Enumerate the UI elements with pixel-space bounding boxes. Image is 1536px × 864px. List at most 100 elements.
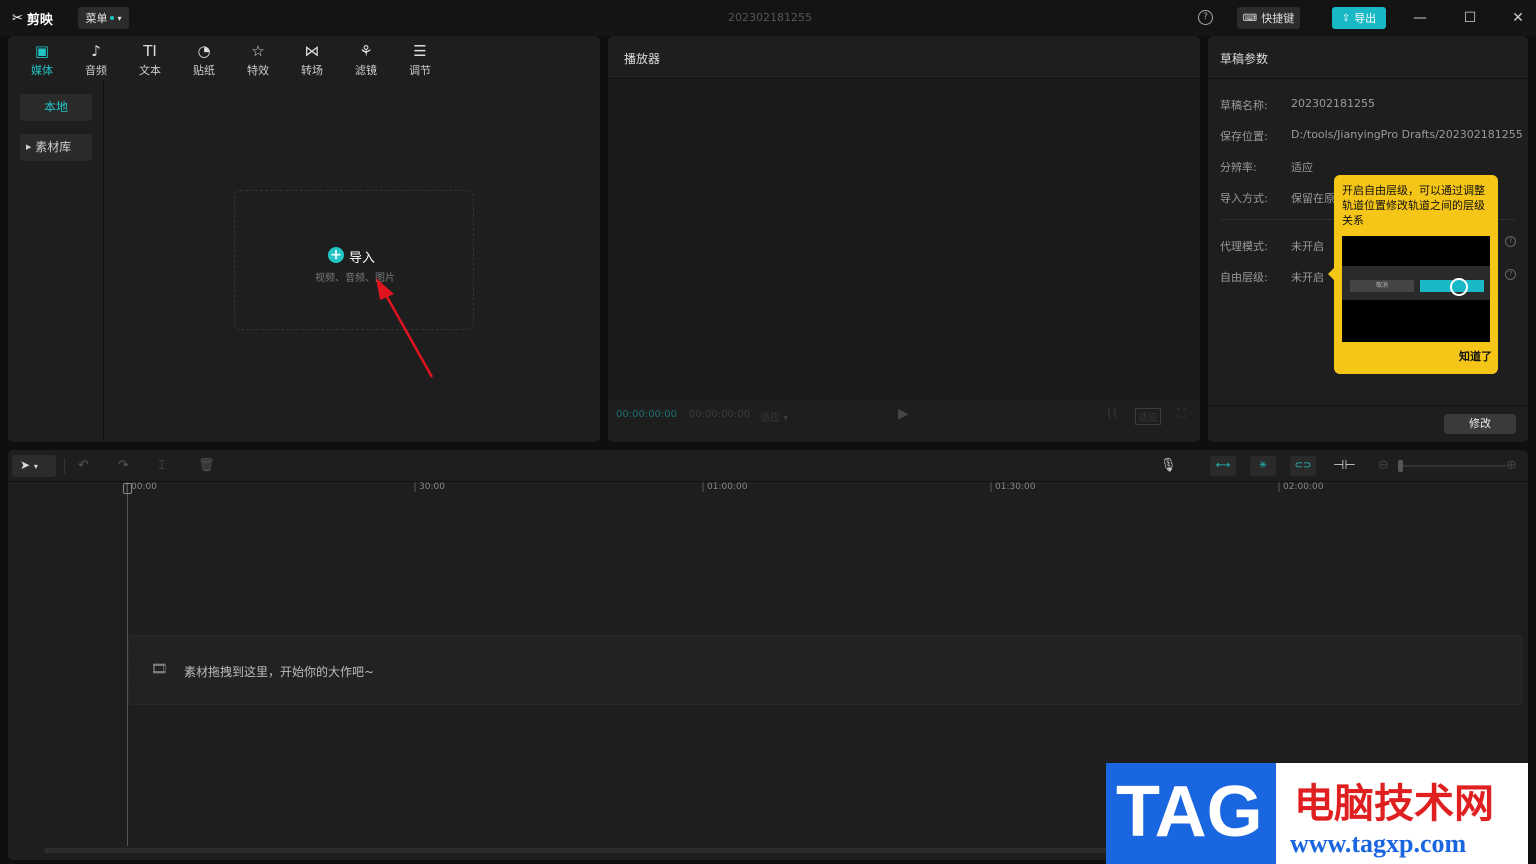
- app-name: 剪映: [26, 13, 53, 28]
- menu-notification-dot: [110, 16, 115, 20]
- zoom-out-icon[interactable]: ⊖: [1378, 458, 1389, 473]
- tab-label: 贴纸: [193, 64, 215, 77]
- redo-icon[interactable]: ↷: [118, 458, 129, 473]
- menu-label: 菜单: [85, 12, 108, 25]
- tab-text[interactable]: TI 文本: [127, 40, 173, 80]
- ratio-button[interactable]: 适应: [1135, 408, 1161, 425]
- waveform-icon[interactable]: ⌇⌇: [1106, 407, 1118, 421]
- got-it-button[interactable]: 知道了: [1459, 348, 1492, 364]
- video-preview: [608, 80, 1200, 400]
- resolution-label: 分辨率:: [1220, 161, 1257, 174]
- adjust-icon: ☰: [413, 42, 427, 60]
- ruler-label: 01:00:00: [707, 482, 748, 492]
- filter-icon: ⚘: [359, 42, 373, 60]
- effects-icon: ☆: [251, 42, 265, 60]
- tab-media[interactable]: ▣ 媒体: [19, 40, 65, 80]
- plus-icon: +: [328, 247, 344, 263]
- current-time: 00:00:00:00: [616, 409, 678, 420]
- draft-name-label: 草稿名称:: [1220, 99, 1268, 112]
- title-bar: ✂ 剪映 菜单 ▾ 202302181255 ? ⌨ 快捷键 ⇪ 导出 — ☐ …: [0, 0, 1536, 36]
- demo-cursor-icon: [1450, 278, 1468, 296]
- audio-icon: ♪: [91, 42, 101, 60]
- tab-label: 音频: [85, 64, 107, 77]
- ruler-label: 01:30:00: [995, 482, 1036, 492]
- zoom-in-icon[interactable]: ⊕: [1506, 458, 1517, 473]
- select-tool-button[interactable]: ➤ ▾: [12, 455, 56, 477]
- quality-selector[interactable]: 适应 ▾: [760, 409, 788, 424]
- media-icon: ▣: [34, 42, 50, 60]
- app-logo: ✂ 剪映: [12, 9, 53, 28]
- tab-label: 滤镜: [355, 64, 377, 77]
- maximize-icon[interactable]: ☐: [1460, 8, 1480, 28]
- export-button[interactable]: ⇪ 导出: [1332, 7, 1386, 29]
- text-icon: TI: [143, 42, 157, 60]
- sidebar-item-library[interactable]: ▶ 素材库: [20, 134, 92, 161]
- shortcut-button[interactable]: ⌨ 快捷键: [1237, 7, 1300, 29]
- tab-label: 特效: [247, 64, 269, 77]
- tab-label: 调节: [409, 64, 431, 77]
- draft-title: 草稿参数: [1208, 36, 1528, 79]
- zoom-slider-handle[interactable]: [1398, 460, 1403, 472]
- divider: [64, 458, 65, 474]
- play-icon[interactable]: ▶: [898, 406, 909, 422]
- tab-sticker[interactable]: ◔ 贴纸: [181, 40, 227, 80]
- help-icon[interactable]: ?: [1198, 10, 1213, 25]
- fullscreen-icon[interactable]: ⛶: [1177, 406, 1185, 421]
- quality-label: 适应: [760, 413, 780, 424]
- ruler-label: 02:00:00: [1283, 482, 1324, 492]
- chevron-down-icon: ▾: [117, 13, 122, 23]
- main-track-drop-zone[interactable]: 🎞 素材拖拽到这里，开始你的大作吧~: [128, 635, 1522, 705]
- tab-transition[interactable]: ⋈ 转场: [289, 40, 335, 80]
- shortcut-label: 快捷键: [1261, 12, 1295, 25]
- delete-icon[interactable]: 🗑: [198, 458, 215, 473]
- watermark-tag: TAG: [1116, 772, 1263, 852]
- proxy-help-icon[interactable]: ?: [1505, 236, 1516, 247]
- split-icon[interactable]: ⌶: [158, 458, 166, 473]
- ruler-label: 30:00: [419, 482, 445, 492]
- timeline-toolbar: ➤ ▾ ↶ ↷ ⌶ 🗑 🎙 ⟷ ✳ ⊂⊃ ⊣⊢ ⊖ ⊕: [8, 450, 1528, 482]
- import-mode-value: 保留在原: [1291, 192, 1335, 205]
- tab-filter[interactable]: ⚘ 滤镜: [343, 40, 389, 80]
- undo-icon[interactable]: ↶: [78, 458, 89, 473]
- sticker-icon: ◔: [197, 42, 211, 60]
- auto-snap-icon[interactable]: ✳: [1250, 456, 1276, 476]
- free-layer-tooltip: 开启自由层级，可以通过调整轨道位置修改轨道之间的层级关系 取消 知道了: [1328, 175, 1498, 374]
- cursor-icon: ➤: [20, 458, 31, 472]
- microphone-icon[interactable]: 🎙: [1160, 458, 1177, 473]
- menu-button[interactable]: 菜单 ▾: [78, 7, 129, 29]
- tab-adjust[interactable]: ☰ 调节: [397, 40, 443, 80]
- link-icon[interactable]: ⊂⊃: [1290, 456, 1316, 476]
- transition-icon: ⋈: [304, 42, 320, 60]
- preview-axis-icon[interactable]: ⊣⊢: [1333, 458, 1356, 473]
- export-label: 导出: [1354, 12, 1377, 25]
- tooltip-demo-image: 取消: [1342, 236, 1490, 342]
- export-icon: ⇪: [1341, 12, 1351, 24]
- tab-label: 文本: [139, 64, 161, 77]
- player-panel: 播放器 00:00:00:00 00:00:00:00 适应 ▾ ▶ ⌇⌇ 适应…: [608, 36, 1200, 442]
- modify-button[interactable]: 修改: [1444, 414, 1516, 434]
- tooltip-arrow: [1328, 268, 1334, 280]
- import-mode-label: 导入方式:: [1220, 192, 1268, 205]
- tab-effects[interactable]: ☆ 特效: [235, 40, 281, 80]
- tooltip-text: 开启自由层级，可以通过调整轨道位置修改轨道之间的层级关系: [1342, 184, 1485, 227]
- minimize-icon[interactable]: —: [1410, 8, 1430, 28]
- close-icon[interactable]: ✕: [1508, 8, 1528, 28]
- zoom-slider[interactable]: [1398, 465, 1506, 467]
- free-layer-label: 自由层级:: [1220, 271, 1268, 284]
- watermark-site-name: 电脑技术网: [1294, 781, 1494, 827]
- red-arrow-annotation: [376, 278, 434, 378]
- playhead-handle[interactable]: [123, 483, 132, 494]
- import-label: 导入: [349, 251, 376, 266]
- sidebar-item-local[interactable]: 本地: [20, 94, 92, 121]
- tab-label: 媒体: [31, 64, 53, 77]
- media-sidebar: 本地 ▶ 素材库: [8, 80, 104, 442]
- document-title: 202302181255: [728, 11, 812, 24]
- film-icon: 🎞: [151, 662, 168, 677]
- timeline-ruler[interactable]: 00:00 30:00 01:00:00 01:30:00 02:00:00: [8, 482, 1528, 496]
- draft-name-value: 202302181255: [1291, 97, 1375, 110]
- drop-hint: 素材拖拽到这里，开始你的大作吧~: [184, 665, 375, 679]
- free-layer-help-icon[interactable]: ?: [1505, 269, 1516, 280]
- proxy-mode-value: 未开启: [1291, 240, 1324, 253]
- tab-audio[interactable]: ♪ 音频: [73, 40, 119, 80]
- main-track-magnet-icon[interactable]: ⟷: [1210, 456, 1236, 476]
